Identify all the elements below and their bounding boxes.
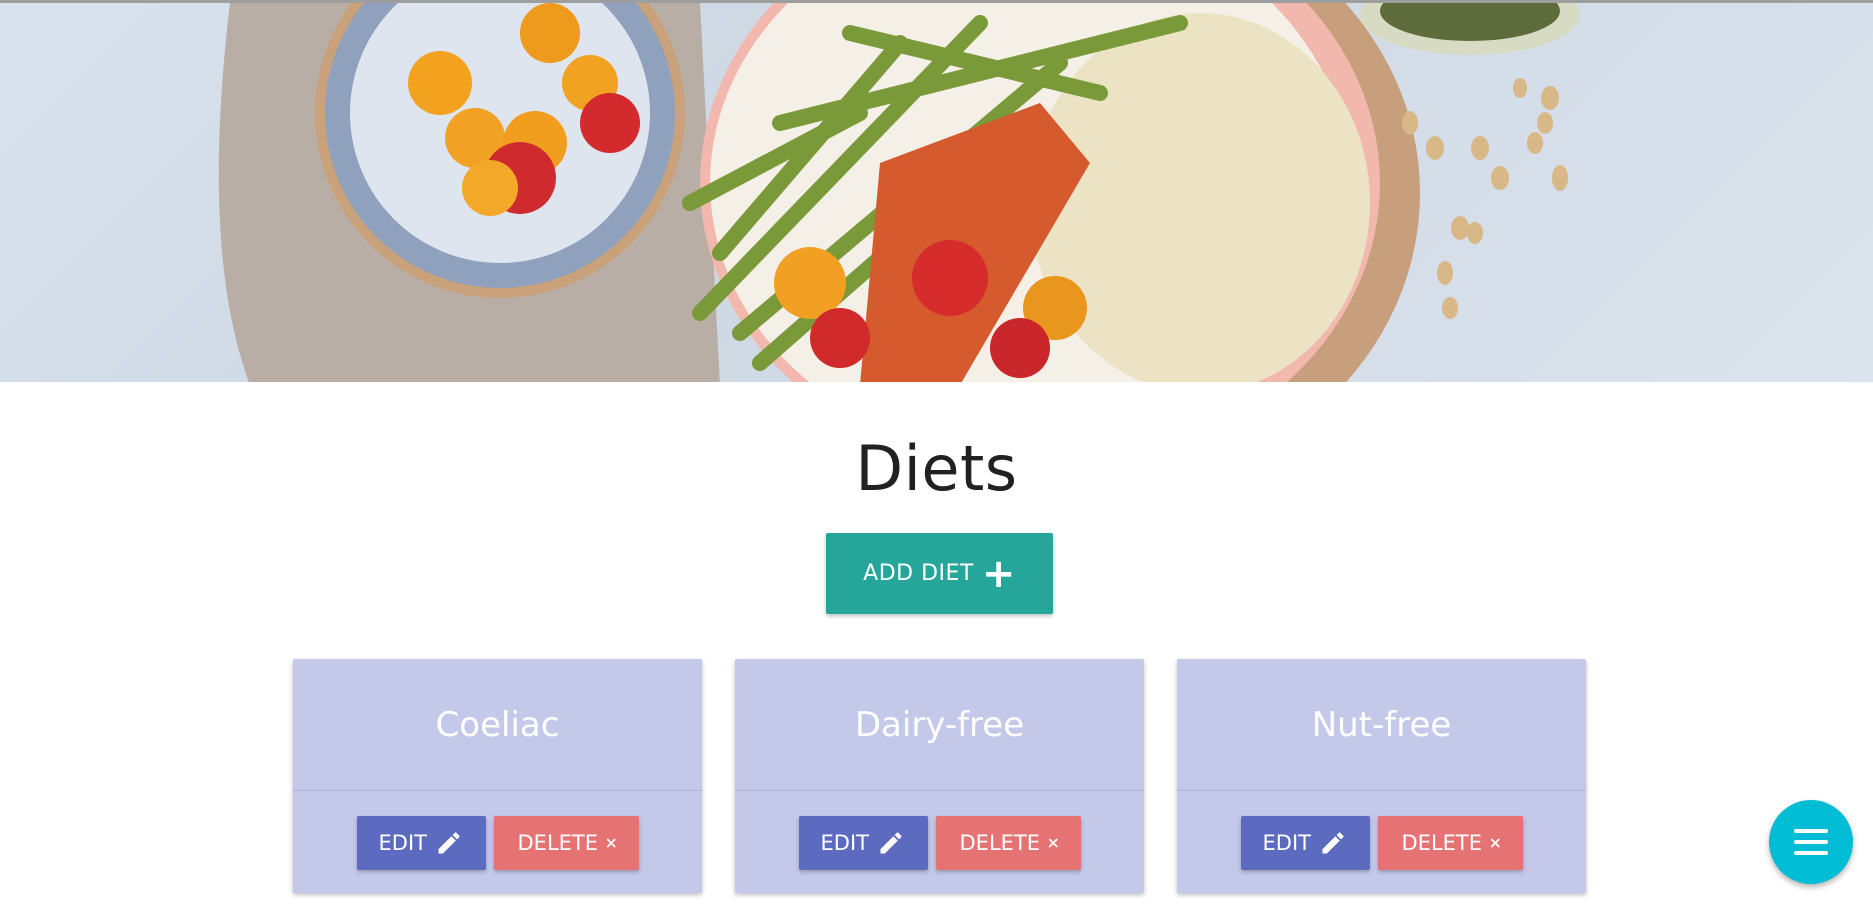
edit-button[interactable]: EDIT [356, 816, 486, 870]
tomato [408, 51, 472, 115]
pencil-icon [1322, 832, 1344, 854]
add-diet-label: ADD DIET [863, 561, 974, 586]
diet-card: Dairy-free EDIT DELETE [735, 659, 1144, 893]
add-diet-button[interactable]: ADD DIET + [826, 533, 1053, 614]
edit-button[interactable]: EDIT [1240, 816, 1370, 870]
card-divider [1177, 790, 1586, 791]
delete-label: DELETE [517, 831, 599, 855]
tomato [774, 247, 846, 319]
pencil-icon [438, 832, 460, 854]
tomato [810, 308, 870, 368]
hero-image [0, 0, 1873, 382]
edit-label: EDIT [820, 831, 869, 855]
tomato [912, 240, 988, 316]
card-divider [293, 790, 702, 791]
menu-icon [1794, 829, 1828, 855]
card-actions: EDIT DELETE [1177, 816, 1586, 870]
delete-label: DELETE [1401, 831, 1483, 855]
tomato [580, 93, 640, 153]
diet-card-title: Coeliac [435, 704, 560, 745]
diet-card: Nut-free EDIT DELETE [1177, 659, 1586, 893]
tomato [462, 160, 518, 216]
plus-icon: + [981, 550, 1016, 597]
tomato [520, 3, 580, 63]
pine-nuts [1402, 78, 1568, 319]
page-title: Diets [855, 432, 1018, 505]
card-actions: EDIT DELETE [735, 816, 1144, 870]
delete-button[interactable]: DELETE [935, 816, 1081, 870]
edit-button[interactable]: EDIT [798, 816, 928, 870]
edit-label: EDIT [1262, 831, 1311, 855]
diet-card-title: Dairy-free [854, 704, 1025, 745]
close-icon [606, 838, 616, 848]
delete-label: DELETE [959, 831, 1041, 855]
card-divider [735, 790, 1144, 791]
edit-label: EDIT [378, 831, 427, 855]
delete-button[interactable]: DELETE [493, 816, 639, 870]
close-icon [1490, 838, 1500, 848]
menu-fab-button[interactable] [1769, 800, 1853, 884]
food-photo [218, 3, 1580, 382]
card-actions: EDIT DELETE [293, 816, 702, 870]
pencil-icon [880, 832, 902, 854]
close-icon [1048, 838, 1058, 848]
delete-button[interactable]: DELETE [1377, 816, 1523, 870]
tomato [990, 318, 1050, 378]
diet-card: Coeliac EDIT DELETE [293, 659, 702, 893]
diet-card-title: Nut-free [1311, 704, 1452, 745]
